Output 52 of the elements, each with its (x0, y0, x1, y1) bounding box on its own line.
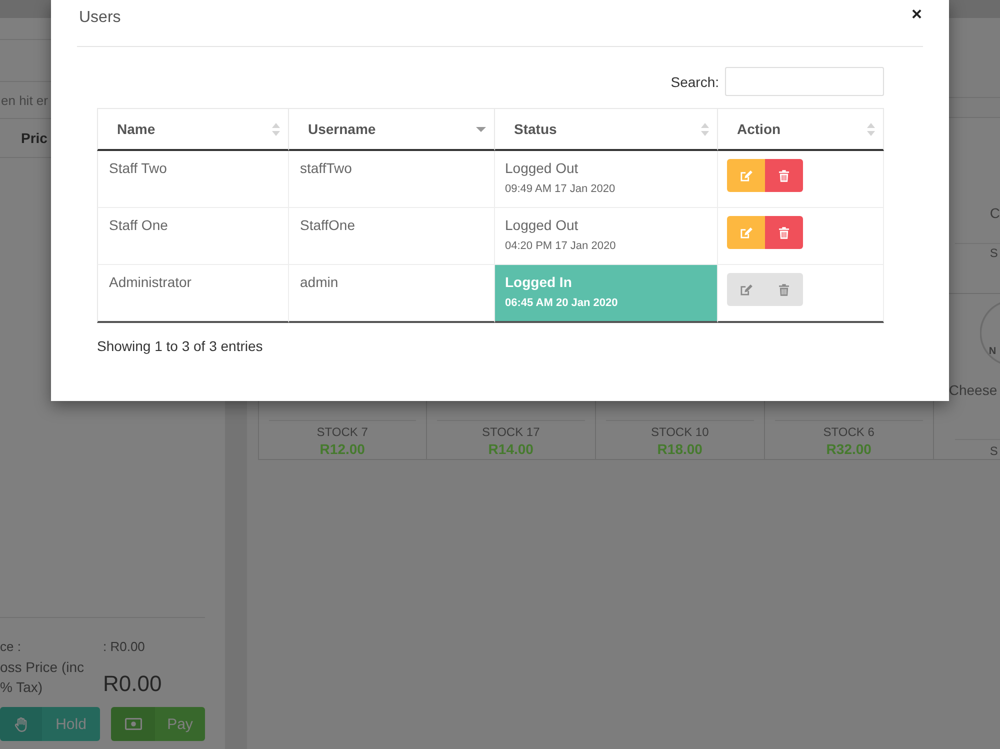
modal-title: Users (79, 8, 121, 28)
column-header[interactable]: Status (495, 108, 718, 151)
product-name: Cheese (948, 381, 998, 399)
stock-label: STOCK 6 (823, 424, 874, 440)
hand-icon (14, 716, 28, 732)
stock-label: STOCK 10 (650, 424, 709, 440)
price-text: R32.00 (826, 440, 872, 458)
stock-label: S (990, 245, 998, 261)
column-header[interactable]: Action (718, 108, 884, 151)
pencil-icon (740, 284, 752, 296)
table-cell: Administrator (97, 265, 289, 323)
pencil-icon (740, 226, 752, 238)
gross-price-label: % Tax) (0, 678, 43, 697)
entries-info-text: Showing 1 to 3 of 3 entries (97, 337, 263, 356)
status-text: Logged Out (505, 216, 578, 235)
trash-icon (779, 170, 789, 182)
price-value: : R0.00 (103, 639, 145, 655)
banknote-icon (124, 718, 142, 730)
timestamp-text: 04:20 PM 17 Jan 2020 (505, 239, 616, 254)
instruction-text: en hit er (1, 92, 48, 108)
search-label: Search: (670, 74, 719, 90)
edit-button[interactable] (727, 159, 765, 192)
table-cell: StaffOne (289, 208, 495, 265)
table-cell: staffTwo (289, 151, 495, 208)
gross-price-value: R0.00 (103, 671, 162, 697)
price-text: R14.00 (488, 440, 534, 458)
stock-label: STOCK 17 (482, 424, 540, 440)
trash-icon (779, 284, 789, 296)
column-header: Pric (21, 130, 48, 146)
column-header[interactable]: Username (289, 108, 495, 151)
delete-button[interactable] (765, 216, 803, 249)
timestamp-text: 06:45 AM 20 Jan 2020 (505, 296, 618, 311)
price-text: R18.00 (657, 440, 702, 458)
table-cell: Staff One (97, 208, 289, 265)
pencil-icon (740, 170, 752, 182)
price-text: R12.00 (320, 440, 365, 458)
status-text: Logged In (505, 273, 572, 292)
stock-label: STOCK 7 (316, 424, 368, 440)
status-text: Logged Out (505, 159, 578, 178)
search-field[interactable] (725, 67, 884, 96)
delete-button[interactable] (765, 159, 803, 192)
trash-icon (779, 226, 789, 238)
timestamp-text: 09:49 AM 17 Jan 2020 (505, 182, 616, 197)
column-header[interactable]: Name (97, 108, 289, 151)
placeholder-text: N (988, 345, 996, 359)
gross-price-label: oss Price (inc (0, 658, 84, 677)
edit-button[interactable] (727, 216, 765, 249)
table-cell: Staff Two (97, 151, 289, 208)
close-button[interactable]: × (911, 4, 922, 24)
stock-label: S (990, 443, 998, 459)
price-label: ce : (0, 639, 21, 655)
product-name: C (990, 204, 1000, 222)
